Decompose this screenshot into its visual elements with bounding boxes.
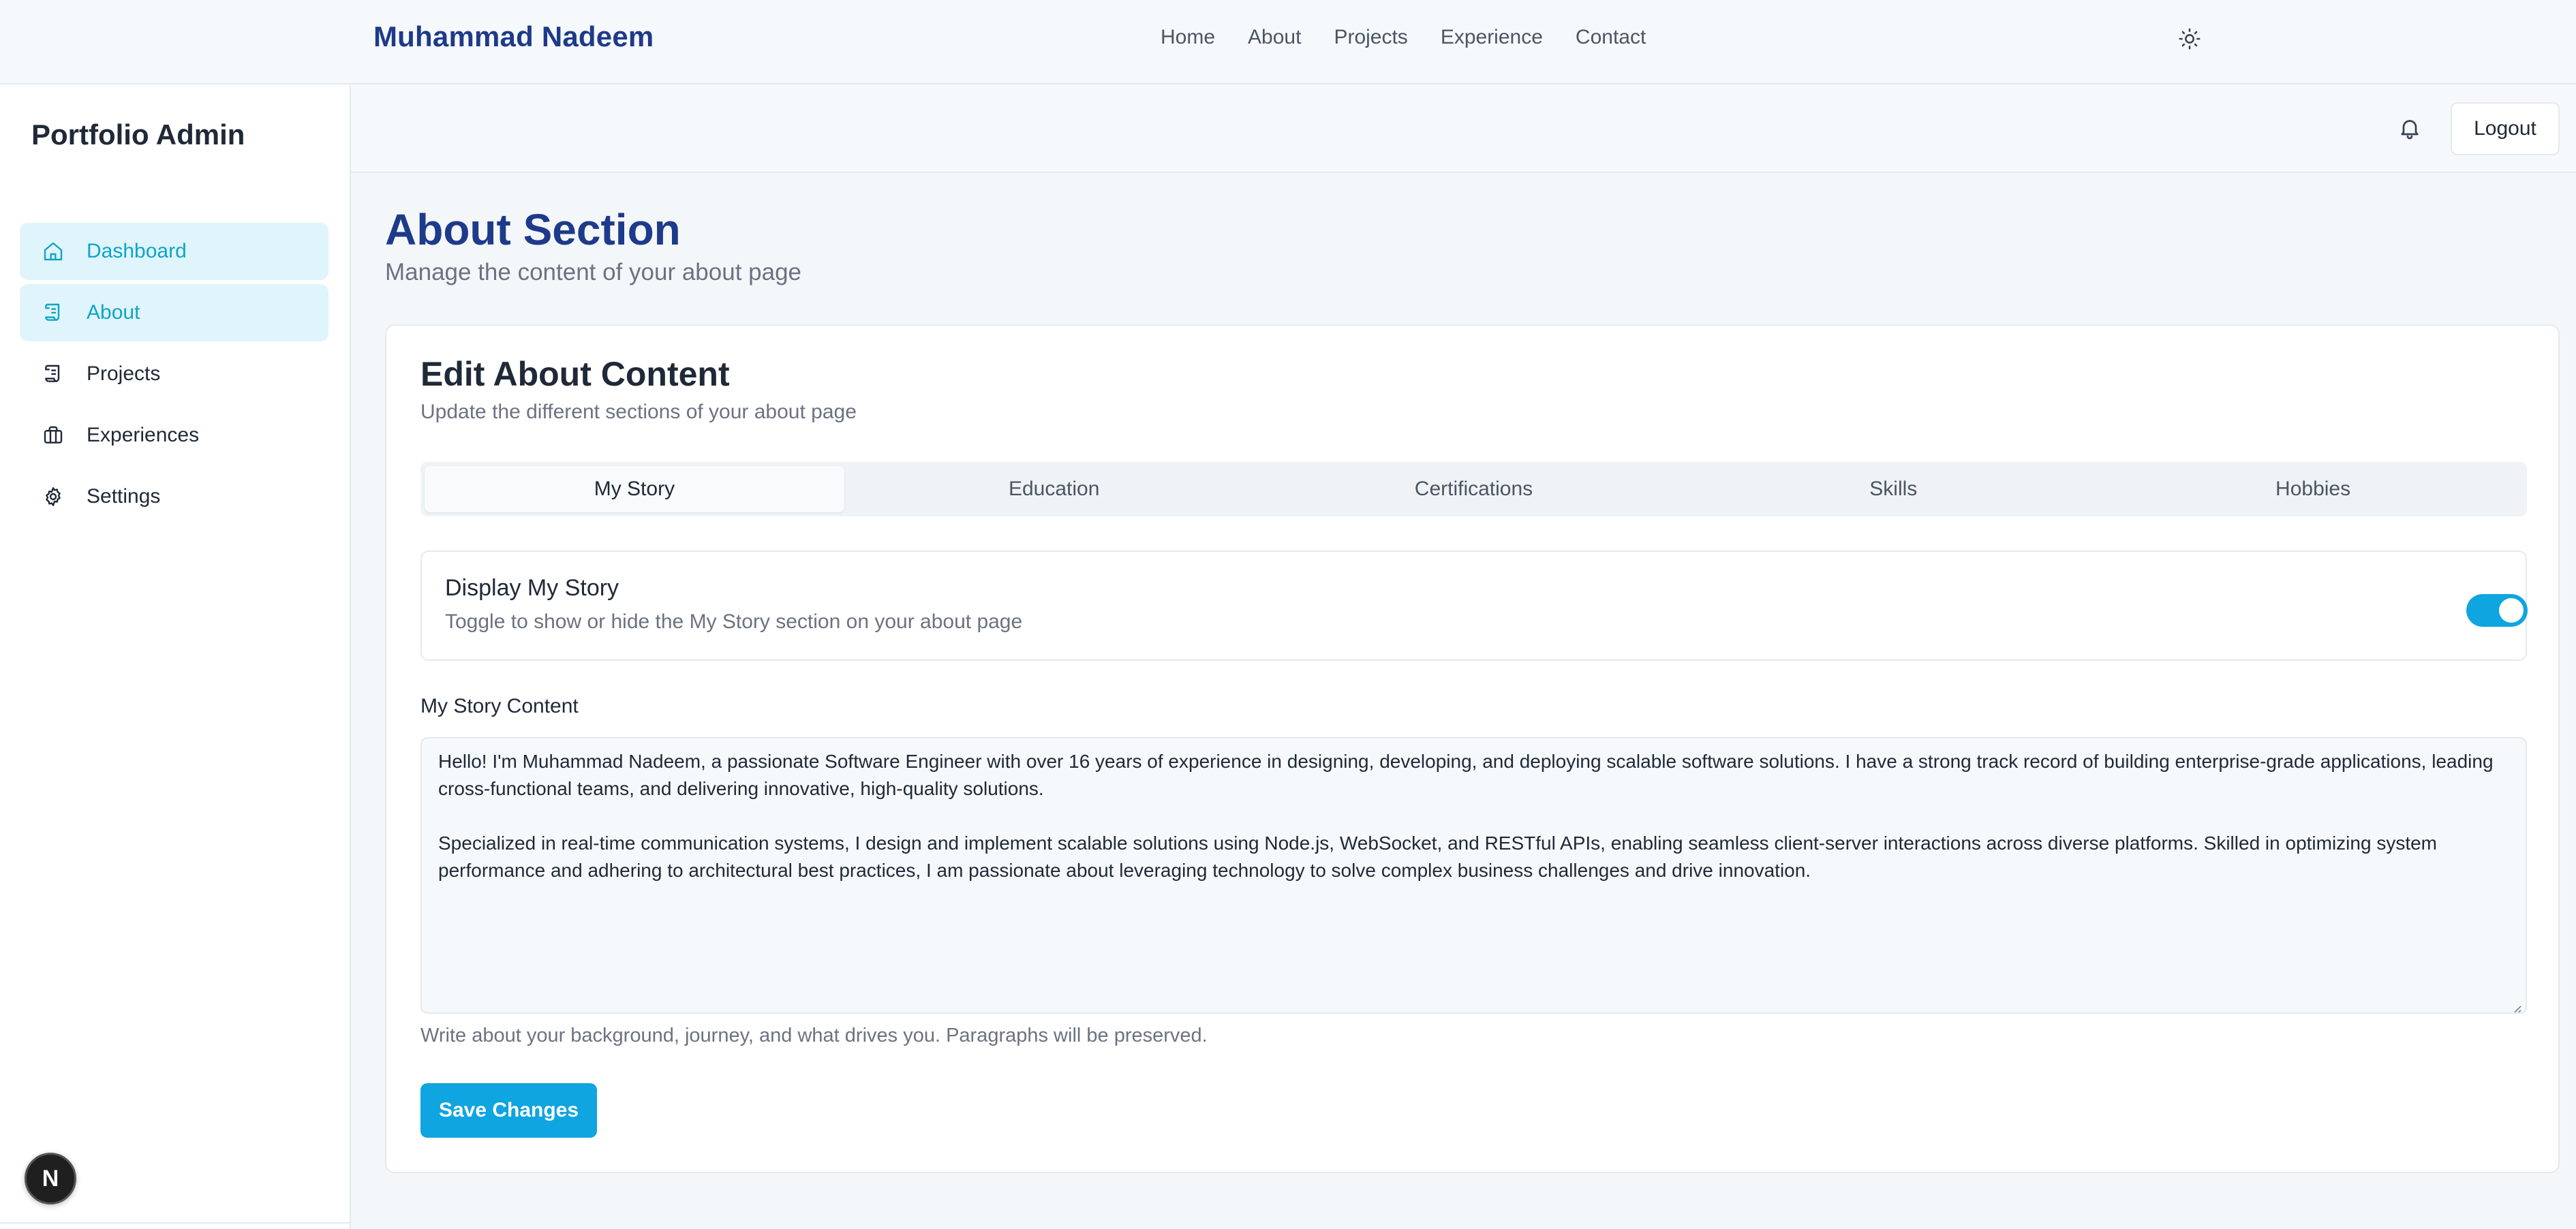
sidebar-item-label: Experiences bbox=[87, 424, 200, 446]
briefcase-icon bbox=[42, 424, 64, 446]
nextjs-badge-icon[interactable]: N bbox=[25, 1153, 76, 1204]
save-changes-button[interactable]: Save Changes bbox=[420, 1083, 597, 1138]
main-nav: Home About Projects Experience Contact bbox=[1161, 26, 1678, 49]
display-my-story-switch[interactable] bbox=[2466, 594, 2528, 627]
tab-skills[interactable]: Skills bbox=[1683, 466, 2103, 512]
scroll-icon bbox=[42, 363, 64, 385]
tab-hobbies[interactable]: Hobbies bbox=[2103, 466, 2523, 512]
edit-about-card: Edit About Content Update the different … bbox=[385, 324, 2560, 1173]
nav-link-contact[interactable]: Contact bbox=[1576, 26, 1646, 49]
nav-link-projects[interactable]: Projects bbox=[1334, 26, 1407, 49]
sidebar-nav: Dashboard About Projects Experiences Set… bbox=[20, 223, 328, 529]
sidebar-item-about[interactable]: About bbox=[20, 284, 328, 341]
page-title: About Section bbox=[385, 205, 681, 254]
sidebar-item-settings[interactable]: Settings bbox=[20, 468, 328, 525]
nav-link-about[interactable]: About bbox=[1248, 26, 1301, 49]
section-tabs: My Story Education Certifications Skills… bbox=[420, 462, 2527, 516]
tab-certifications[interactable]: Certifications bbox=[1264, 466, 1684, 512]
sidebar-item-label: Projects bbox=[87, 362, 161, 385]
card-title: Edit About Content bbox=[420, 355, 730, 393]
nav-link-experience[interactable]: Experience bbox=[1441, 26, 1543, 49]
sidebar-item-label: Settings bbox=[87, 485, 161, 508]
resize-grip-icon[interactable] bbox=[2509, 996, 2521, 1012]
toggle-title: Display My Story bbox=[445, 575, 619, 601]
sidebar-item-label: Dashboard bbox=[87, 240, 187, 262]
sidebar: Portfolio Admin Dashboard About Projects… bbox=[0, 84, 351, 1229]
bell-icon[interactable] bbox=[2397, 116, 2422, 140]
display-toggle-panel: Display My Story Toggle to show or hide … bbox=[420, 550, 2528, 661]
tab-education[interactable]: Education bbox=[844, 466, 1264, 512]
sidebar-item-label: About bbox=[87, 301, 140, 324]
sidebar-item-experiences[interactable]: Experiences bbox=[20, 407, 328, 464]
dashboard-header bbox=[351, 84, 2576, 173]
gear-icon bbox=[42, 486, 64, 508]
content-label: My Story Content bbox=[420, 695, 579, 717]
helper-text: Write about your background, journey, an… bbox=[420, 1025, 1208, 1046]
logout-button[interactable]: Logout bbox=[2451, 102, 2560, 155]
page-subtitle: Manage the content of your about page bbox=[385, 259, 802, 285]
switch-knob bbox=[2499, 598, 2524, 623]
scroll-icon bbox=[42, 302, 64, 324]
sidebar-title: Portfolio Admin bbox=[31, 119, 245, 151]
sidebar-item-dashboard[interactable]: Dashboard bbox=[20, 223, 328, 280]
home-icon bbox=[42, 240, 64, 262]
card-description: Update the different sections of your ab… bbox=[420, 401, 857, 423]
tab-my-story[interactable]: My Story bbox=[425, 466, 844, 512]
my-story-textarea[interactable]: Hello! I'm Muhammad Nadeem, a passionate… bbox=[420, 737, 2527, 1014]
site-brand[interactable]: Muhammad Nadeem bbox=[373, 20, 654, 53]
nav-link-home[interactable]: Home bbox=[1161, 26, 1215, 49]
top-navbar: Muhammad Nadeem Home About Projects Expe… bbox=[0, 0, 2576, 84]
sidebar-item-projects[interactable]: Projects bbox=[20, 345, 328, 403]
toggle-description: Toggle to show or hide the My Story sect… bbox=[445, 610, 1023, 633]
sidebar-footer-divider bbox=[0, 1222, 351, 1229]
sun-icon[interactable] bbox=[2178, 27, 2201, 50]
